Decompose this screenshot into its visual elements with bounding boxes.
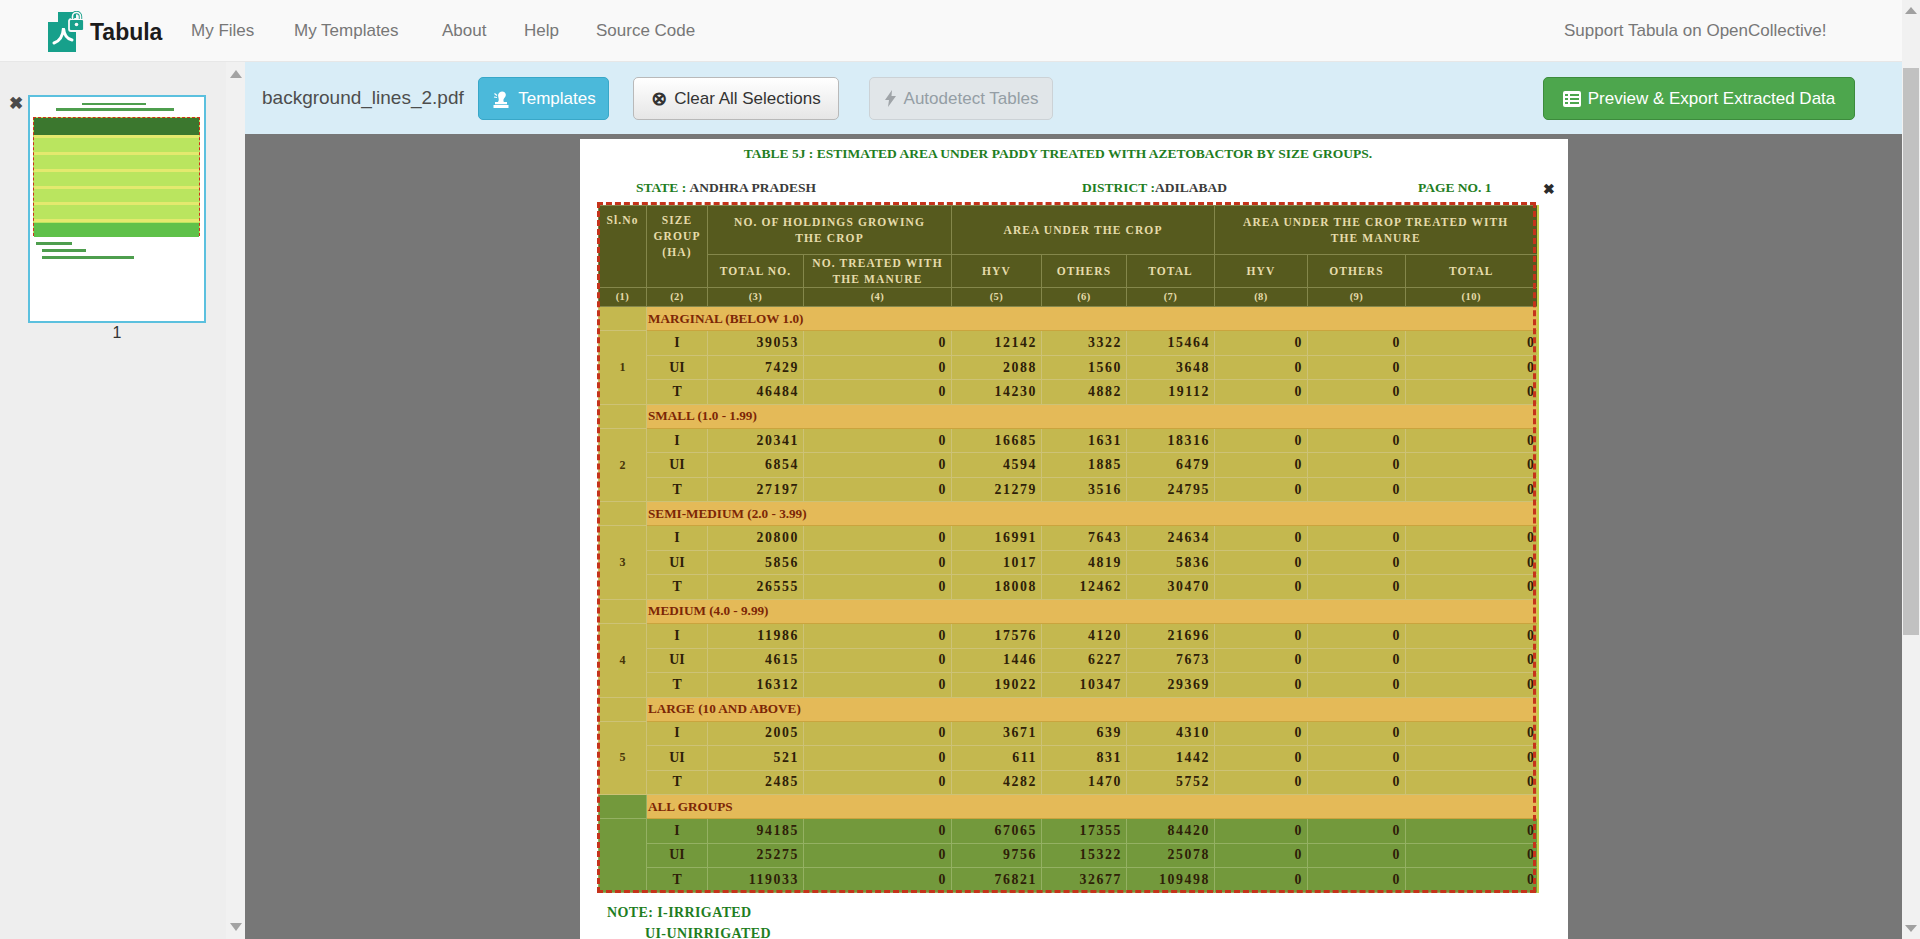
district-value: ADILABAD (1155, 180, 1227, 195)
pdf-page[interactable]: TABLE 5J : ESTIMATED AREA UNDER PADDY TR… (580, 139, 1568, 939)
mini-table (33, 117, 200, 236)
sidebar-scroll-up-icon[interactable] (230, 70, 242, 78)
navbar: Tabula My Files My Templates About Help … (0, 0, 1902, 62)
brand-title[interactable]: Tabula (90, 19, 162, 46)
page-scrollbar[interactable] (1902, 0, 1920, 939)
table-list-icon (1563, 91, 1581, 107)
mini-title-line (82, 103, 146, 105)
sidebar: ✖ 1 (0, 62, 245, 939)
document-viewport: TABLE 5J : ESTIMATED AREA UNDER PADDY TR… (245, 134, 1902, 939)
page-thumbnail-close-icon[interactable]: ✖ (9, 93, 23, 114)
sidebar-scroll-down-icon[interactable] (230, 923, 242, 931)
templates-button-label: Templates (518, 89, 595, 109)
clear-button-label: Clear All Selections (674, 89, 820, 109)
nav-item-my-templates[interactable]: My Templates (294, 21, 399, 41)
export-button-label: Preview & Export Extracted Data (1588, 89, 1836, 109)
mini-note-line (42, 256, 134, 259)
preview-export-button[interactable]: Preview & Export Extracted Data (1543, 77, 1855, 120)
scrollbar-thumb[interactable] (1903, 68, 1919, 635)
mini-note-line (42, 249, 86, 252)
toolbar: background_lines_2.pdf Templates ⊗ Clear… (245, 62, 1902, 134)
nav-item-help[interactable]: Help (524, 21, 559, 41)
mini-stripe (34, 219, 199, 222)
pdf-table-title: TABLE 5J : ESTIMATED AREA UNDER PADDY TR… (580, 146, 1536, 162)
selection-close-icon[interactable]: ✖ (1543, 181, 1555, 197)
mini-subtitle-line (56, 108, 174, 111)
templates-button[interactable]: Templates (478, 77, 609, 120)
nav-item-source-code[interactable]: Source Code (596, 21, 695, 41)
page-thumbnail-number: 1 (28, 324, 206, 342)
autodetect-tables-button[interactable]: Autodetect Tables (869, 77, 1053, 120)
filename-label: background_lines_2.pdf (262, 62, 464, 134)
mini-stripe (34, 186, 199, 189)
mini-note-line (36, 242, 72, 245)
pdf-note-line1: NOTE: I-IRRIGATED (607, 905, 752, 921)
app: Tabula My Files My Templates About Help … (0, 0, 1920, 939)
nav-item-my-files[interactable]: My Files (191, 21, 254, 41)
tabula-logo-icon[interactable] (46, 11, 88, 53)
scroll-up-icon[interactable] (1905, 7, 1917, 14)
pdf-page-no: PAGE NO. 1 (1418, 180, 1492, 196)
clear-circle-x-icon: ⊗ (651, 89, 667, 108)
autodetect-button-label: Autodetect Tables (904, 89, 1039, 109)
nav-item-about[interactable]: About (442, 21, 486, 41)
district-label: DISTRICT : (1082, 180, 1155, 195)
pdf-state-line: STATE : ANDHRA PRADESH (636, 180, 816, 196)
mini-all-groups-rows (34, 223, 199, 237)
mini-stripe (34, 135, 199, 138)
pdf-district-line: DISTRICT :ADILABAD (1082, 180, 1227, 196)
page-thumbnail[interactable] (28, 95, 206, 323)
nav-support-link[interactable]: Support Tabula on OpenCollective! (1564, 21, 1826, 41)
pdf-note-line2: UI-UNIRRIGATED (645, 926, 771, 939)
clear-all-selections-button[interactable]: ⊗ Clear All Selections (633, 77, 839, 120)
sidebar-scrollbar[interactable] (226, 62, 245, 939)
mini-stripe (34, 202, 199, 205)
selection-box[interactable] (597, 202, 1536, 893)
templates-stamp-icon (491, 89, 511, 109)
state-label: STATE : (636, 180, 686, 195)
mini-stripe (34, 152, 199, 155)
mini-stripe (34, 169, 199, 172)
state-value: ANDHRA PRADESH (690, 180, 816, 195)
scroll-down-icon[interactable] (1905, 925, 1917, 932)
lightning-bolt-icon (884, 90, 897, 107)
